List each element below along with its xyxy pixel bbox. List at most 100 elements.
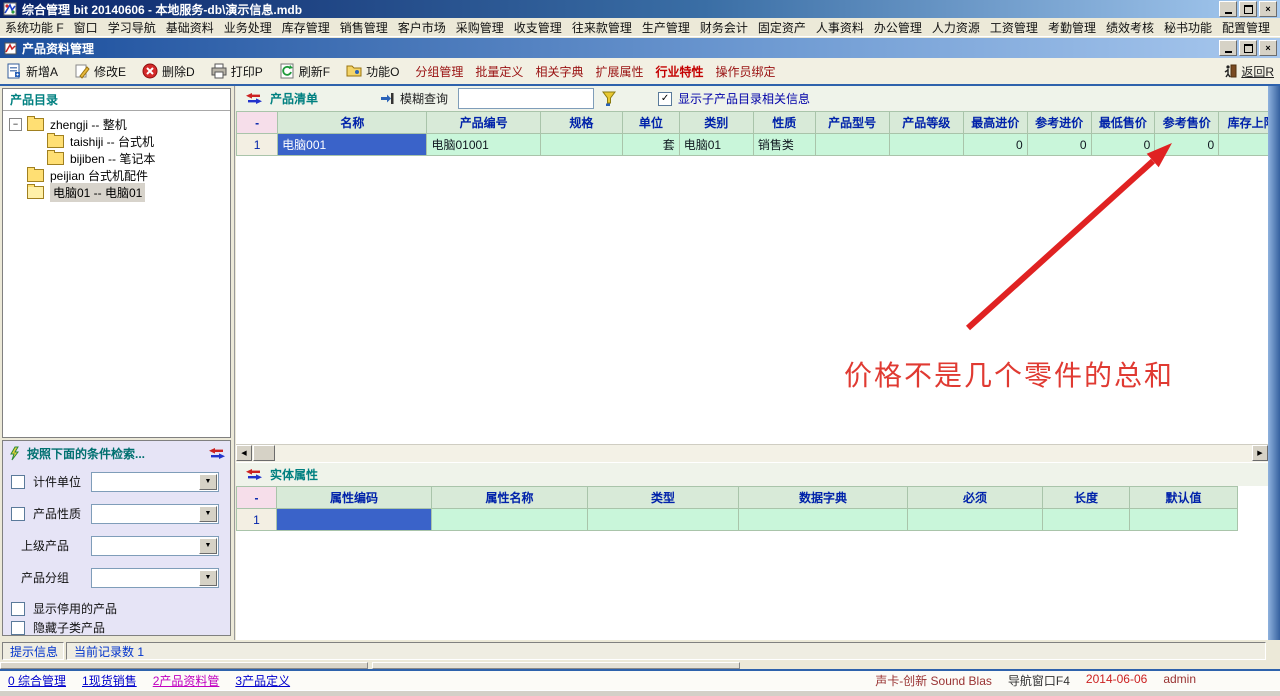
tree-item-peijian[interactable]: peijian 台式机配件 xyxy=(3,167,230,184)
column-header-default[interactable]: 默认值 xyxy=(1130,487,1238,509)
column-header-data-dict[interactable]: 数据字典 xyxy=(739,487,908,509)
chevron-down-icon[interactable]: ▼ xyxy=(199,570,217,586)
product-group-select[interactable]: ▼ xyxy=(91,568,219,588)
hide-sub-checkbox[interactable] xyxy=(11,621,25,635)
length-cell[interactable] xyxy=(1043,509,1130,531)
unit-filter-checkbox[interactable] xyxy=(11,475,25,489)
column-header-attr-name[interactable]: 属性名称 xyxy=(432,487,588,509)
tree-item-zhengji[interactable]: − zhengji -- 整机 xyxy=(3,116,230,133)
menu-item-human-resource[interactable]: 人力资源 xyxy=(927,19,985,36)
product-category-cell[interactable]: 电脑01 xyxy=(679,134,753,156)
restore-button[interactable] xyxy=(1239,1,1257,17)
column-header-attr-code[interactable]: 属性编码 xyxy=(277,487,432,509)
menu-item-income-expense[interactable]: 收支管理 xyxy=(509,19,567,36)
required-cell[interactable] xyxy=(908,509,1043,531)
menu-item-base-data[interactable]: 基础资料 xyxy=(161,19,219,36)
menu-item-learn-nav[interactable]: 学习导航 xyxy=(103,19,161,36)
link-operator-bind[interactable]: 操作员绑定 xyxy=(715,63,775,80)
edit-button[interactable]: 修改E xyxy=(74,63,126,80)
column-header-model[interactable]: 产品型号 xyxy=(815,112,889,134)
refresh-button[interactable]: 刷新F xyxy=(279,63,330,80)
tree-item-taishiji[interactable]: taishiji -- 台式机 xyxy=(3,133,230,150)
parent-product-select[interactable]: ▼ xyxy=(91,536,219,556)
column-header-category[interactable]: 类别 xyxy=(679,112,753,134)
product-spec-cell[interactable] xyxy=(540,134,622,156)
link-group-manage[interactable]: 分组管理 xyxy=(415,63,463,80)
link-extended-attrs[interactable]: 扩展属性 xyxy=(595,63,643,80)
column-header-stock-upper[interactable]: 库存上限 xyxy=(1219,112,1268,134)
data-dict-cell[interactable] xyxy=(739,509,908,531)
product-unit-cell[interactable]: 套 xyxy=(623,134,680,156)
child-maximize-button[interactable] xyxy=(1239,40,1257,56)
product-code-cell[interactable]: 电脑01001 xyxy=(427,134,540,156)
chevron-down-icon[interactable]: ▼ xyxy=(199,506,217,522)
column-header-grade[interactable]: 产品等级 xyxy=(889,112,963,134)
max-purchase-cell[interactable]: 0 xyxy=(963,134,1027,156)
attr-code-cell[interactable] xyxy=(277,509,432,531)
column-header-max-purchase[interactable]: 最高进价 xyxy=(963,112,1027,134)
menu-item-performance[interactable]: 绩效考核 xyxy=(1101,19,1159,36)
chevron-down-icon[interactable]: ▼ xyxy=(199,538,217,554)
attr-name-cell[interactable] xyxy=(432,509,588,531)
menu-item-window[interactable]: 窗口 xyxy=(69,19,103,36)
menu-item-production[interactable]: 生产管理 xyxy=(637,19,695,36)
menu-item-sales[interactable]: 销售管理 xyxy=(335,19,393,36)
function-button[interactable]: 功能O xyxy=(346,63,399,80)
nature-filter-checkbox[interactable] xyxy=(11,507,25,521)
product-nature-cell[interactable]: 销售类 xyxy=(753,134,815,156)
link-batch-define[interactable]: 批量定义 xyxy=(475,63,523,80)
menu-item-attendance[interactable]: 考勤管理 xyxy=(1043,19,1101,36)
swap-arrows-icon[interactable] xyxy=(209,448,225,459)
scrollbar-thumb[interactable] xyxy=(0,662,368,669)
stock-upper-cell[interactable]: 0 xyxy=(1219,134,1268,156)
minimize-button[interactable] xyxy=(1219,1,1237,17)
product-grade-cell[interactable] xyxy=(889,134,963,156)
scrollbar-thumb[interactable] xyxy=(253,445,275,461)
menu-item-hr-files[interactable]: 人事资料 xyxy=(811,19,869,36)
column-header-min-sale[interactable]: 最低售价 xyxy=(1091,112,1155,134)
menu-item-secretary[interactable]: 秘书功能 xyxy=(1159,19,1217,36)
mdi-horizontal-scrollbar[interactable] xyxy=(0,662,1280,669)
column-header-name[interactable]: 名称 xyxy=(278,112,427,134)
scroll-right-button[interactable]: ▶ xyxy=(1252,445,1268,461)
print-button[interactable]: 打印P xyxy=(211,63,263,80)
default-cell[interactable] xyxy=(1130,509,1238,531)
column-header-required[interactable]: 必须 xyxy=(908,487,1043,509)
collapse-icon[interactable]: − xyxy=(9,118,22,131)
menu-item-finance[interactable]: 财务会计 xyxy=(695,19,753,36)
column-header-nature[interactable]: 性质 xyxy=(753,112,815,134)
add-button[interactable]: 新增A xyxy=(6,63,58,80)
delete-button[interactable]: 删除D xyxy=(142,63,195,80)
nature-filter-select[interactable]: ▼ xyxy=(91,504,219,524)
menu-item-receivable[interactable]: 往来款管理 xyxy=(567,19,637,36)
menu-item-inventory[interactable]: 库存管理 xyxy=(277,19,335,36)
unit-filter-select[interactable]: ▼ xyxy=(91,472,219,492)
menu-item-fixed-assets[interactable]: 固定资产 xyxy=(753,19,811,36)
tree-item-diannao01[interactable]: 电脑01 -- 电脑01 xyxy=(3,184,230,201)
product-model-cell[interactable] xyxy=(815,134,889,156)
menu-item-system[interactable]: 系统功能 F xyxy=(0,19,69,36)
table-row[interactable]: 1 电脑001 电脑01001 套 电脑01 销售类 0 0 0 0 0 0 xyxy=(237,134,1269,156)
scroll-left-button[interactable]: ◀ xyxy=(236,445,252,461)
chevron-down-icon[interactable]: ▼ xyxy=(199,474,217,490)
min-sale-cell[interactable]: 0 xyxy=(1091,134,1155,156)
menu-item-salary[interactable]: 工资管理 xyxy=(985,19,1043,36)
filter-icon[interactable] xyxy=(602,91,616,106)
swap-arrows-icon[interactable] xyxy=(246,93,262,104)
child-minimize-button[interactable] xyxy=(1219,40,1237,56)
menu-item-customer[interactable]: 客户市场 xyxy=(393,19,451,36)
link-industry-traits[interactable]: 行业特性 xyxy=(655,63,703,80)
column-header-ref-sale[interactable]: 参考售价 xyxy=(1155,112,1219,134)
child-close-button[interactable]: × xyxy=(1259,40,1277,56)
ref-purchase-cell[interactable]: 0 xyxy=(1027,134,1091,156)
product-name-cell[interactable]: 电脑001 xyxy=(278,134,427,156)
tab-product-define[interactable]: 3产品定义 xyxy=(235,672,290,689)
tab-comprehensive-manage[interactable]: 0 综合管理 xyxy=(8,672,66,689)
show-sub-info-checkbox[interactable]: ✓ xyxy=(658,92,672,106)
ref-sale-cell[interactable]: 0 xyxy=(1155,134,1219,156)
return-button[interactable]: 返回R xyxy=(1223,63,1274,80)
column-header-length[interactable]: 长度 xyxy=(1043,487,1130,509)
link-related-dict[interactable]: 相关字典 xyxy=(535,63,583,80)
horizontal-scrollbar[interactable]: ◀ ▶ xyxy=(236,444,1268,462)
column-header-ref-purchase[interactable]: 参考进价 xyxy=(1027,112,1091,134)
